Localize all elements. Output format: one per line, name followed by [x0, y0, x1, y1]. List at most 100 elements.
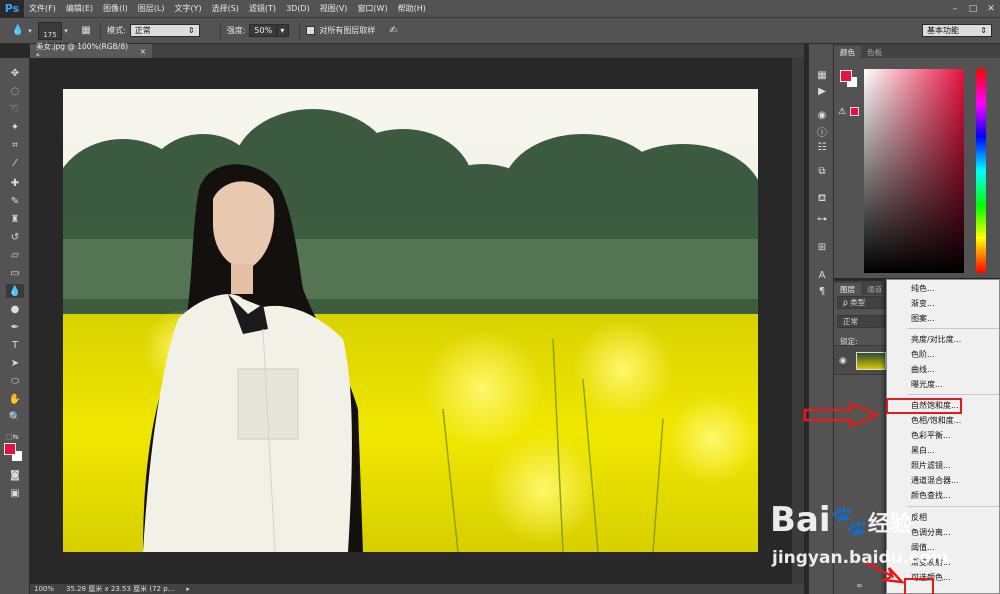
menu-item-pattern[interactable]: 图案...: [911, 313, 935, 324]
clone-stamp-tool-icon[interactable]: ♜: [6, 212, 24, 226]
menu-item-color-balance[interactable]: 色彩平衡...: [911, 430, 951, 441]
info-panel-icon[interactable]: ⓘ: [813, 124, 831, 139]
menu-layer[interactable]: 图层(L): [133, 3, 170, 14]
marquee-tool-icon[interactable]: ◌: [6, 84, 24, 98]
tab-channels[interactable]: 通道: [861, 283, 888, 295]
history-brush-tool-icon[interactable]: ↺: [6, 230, 24, 244]
adjustments-panel-icon[interactable]: ◉: [813, 108, 831, 122]
brush-presets-icon[interactable]: ⧉: [813, 164, 831, 178]
strength-input[interactable]: 50%: [249, 24, 278, 37]
blur-tool-icon[interactable]: 💧: [6, 284, 24, 298]
menu-edit[interactable]: 编辑(E): [61, 3, 98, 14]
maximize-button[interactable]: □: [964, 0, 982, 18]
panel-foreground-swatch[interactable]: [840, 70, 852, 82]
mode-select[interactable]: 正常 ⇕: [129, 24, 200, 37]
brush-panel-icon[interactable]: ▦: [78, 23, 94, 39]
pressure-icon[interactable]: ✍: [385, 23, 401, 39]
menu-item-invert[interactable]: 反相: [911, 512, 927, 523]
tool-presets-icon[interactable]: ⊶: [813, 212, 831, 226]
tab-swatches[interactable]: 色板: [861, 46, 888, 58]
menu-3d[interactable]: 3D(D): [281, 4, 315, 13]
brush-tool-icon[interactable]: ✎: [6, 194, 24, 208]
highlight-box-vibrance: [886, 398, 962, 414]
quick-select-tool-icon[interactable]: ✦: [6, 120, 24, 134]
default-colors-icon[interactable]: ⬚⇆: [6, 430, 24, 444]
history-panel-icon[interactable]: ▦: [813, 68, 831, 82]
shape-tool-icon[interactable]: ⬭: [6, 374, 24, 388]
color-panel: 颜色 色板 ⚠: [834, 44, 1000, 278]
menu-help[interactable]: 帮助(H): [393, 3, 431, 14]
menu-type[interactable]: 文字(Y): [169, 3, 206, 14]
lasso-tool-icon[interactable]: ➰: [6, 102, 24, 116]
color-picker-field[interactable]: [864, 69, 964, 273]
close-tab-icon[interactable]: ×: [140, 47, 146, 56]
menu-item-hue-saturation[interactable]: 色相/饱和度...: [911, 415, 961, 426]
watermark-url: jingyan.baidu.com: [772, 548, 949, 568]
ps-logo: Ps: [0, 0, 24, 18]
blur-tool-icon[interactable]: 💧: [10, 23, 26, 39]
character-panel-icon[interactable]: A: [813, 268, 831, 282]
minimize-button[interactable]: –: [946, 0, 964, 18]
tab-layers[interactable]: 图层: [834, 283, 861, 295]
menu-window[interactable]: 窗口(W): [352, 3, 392, 14]
workspace-select[interactable]: 基本功能 ⇕: [922, 24, 992, 37]
foreground-color-swatch[interactable]: [4, 443, 16, 455]
zoom-level[interactable]: 100%: [34, 585, 54, 593]
menu-select[interactable]: 选择(S): [207, 3, 244, 14]
clone-source-icon[interactable]: ⛾: [813, 192, 831, 206]
brush-picker-arrow-icon[interactable]: ▾: [62, 23, 70, 39]
document-tab[interactable]: 美女.jpg @ 100%(RGB/8) * ×: [30, 42, 152, 61]
gamut-warning-icon[interactable]: ⚠: [838, 107, 846, 117]
status-bar: 100% 35.28 厘米 x 23.53 厘米 (72 p... ▸: [30, 584, 804, 594]
eraser-tool-icon[interactable]: ▱: [6, 248, 24, 262]
menu-file[interactable]: 文件(F): [24, 3, 61, 14]
layer-kind-filter[interactable]: ρ 类型: [837, 296, 885, 309]
dodge-tool-icon[interactable]: ●: [6, 302, 24, 316]
menu-item-curves[interactable]: 曲线...: [911, 364, 935, 375]
gradient-tool-icon[interactable]: ▭: [6, 266, 24, 280]
menu-item-solid-color[interactable]: 纯色...: [911, 283, 935, 294]
menu-item-color-lookup[interactable]: 颜色查找...: [911, 490, 951, 501]
menu-item-photo-filter[interactable]: 照片滤镜...: [911, 460, 951, 471]
zoom-tool-icon[interactable]: 🔍: [6, 410, 24, 424]
quick-mask-icon[interactable]: ◙: [6, 468, 24, 482]
status-menu-arrow-icon[interactable]: ▸: [186, 585, 190, 593]
menu-item-posterize[interactable]: 色调分离...: [911, 527, 951, 538]
hand-tool-icon[interactable]: ✋: [6, 392, 24, 406]
move-tool-icon[interactable]: ✥: [6, 66, 24, 80]
menu-item-levels[interactable]: 色阶...: [911, 349, 935, 360]
healing-brush-tool-icon[interactable]: ✚: [6, 176, 24, 190]
close-button[interactable]: ✕: [982, 0, 1000, 18]
sample-all-checkbox[interactable]: [306, 26, 316, 35]
menu-item-gradient[interactable]: 渐变...: [911, 298, 935, 309]
tool-preset-arrow-icon[interactable]: ▾: [26, 23, 34, 39]
actions-panel-icon[interactable]: ▶: [813, 84, 831, 98]
visibility-eye-icon[interactable]: ◉: [839, 356, 847, 366]
highlight-box-adjust-button: [904, 578, 934, 594]
screen-mode-icon[interactable]: ▣: [6, 486, 24, 500]
menu-item-black-white[interactable]: 黑白...: [911, 445, 935, 456]
path-select-tool-icon[interactable]: ➤: [6, 356, 24, 370]
menu-image[interactable]: 图像(I): [98, 3, 133, 14]
paragraph-panel-icon[interactable]: ¶: [813, 284, 831, 298]
photo-canvas[interactable]: [63, 89, 758, 552]
strength-dropdown-icon[interactable]: ▾: [277, 24, 290, 37]
gamut-color-swatch[interactable]: [850, 107, 859, 116]
menu-item-exposure[interactable]: 曝光度...: [911, 379, 943, 390]
menu-view[interactable]: 视图(V): [315, 3, 353, 14]
properties-panel-icon[interactable]: ☷: [813, 140, 831, 154]
layer-comps-icon[interactable]: ⊞: [813, 240, 831, 254]
eyedropper-tool-icon[interactable]: ⁄: [6, 156, 24, 170]
tab-color[interactable]: 颜色: [834, 46, 861, 58]
brush-size-preview[interactable]: 175: [38, 21, 62, 40]
hue-slider[interactable]: [976, 69, 986, 273]
pen-tool-icon[interactable]: ✒: [6, 320, 24, 334]
crop-tool-icon[interactable]: ⌗: [6, 138, 24, 152]
menu-filter[interactable]: 滤镜(T): [244, 3, 281, 14]
type-tool-icon[interactable]: T: [6, 338, 24, 352]
menu-item-brightness-contrast[interactable]: 亮度/对比度...: [911, 334, 961, 345]
canvas-area[interactable]: [30, 58, 804, 584]
blend-mode-select[interactable]: 正常: [837, 315, 885, 328]
document-tab-bar: 美女.jpg @ 100%(RGB/8) * ×: [30, 42, 804, 61]
menu-item-channel-mixer[interactable]: 通道混合器...: [911, 475, 959, 486]
